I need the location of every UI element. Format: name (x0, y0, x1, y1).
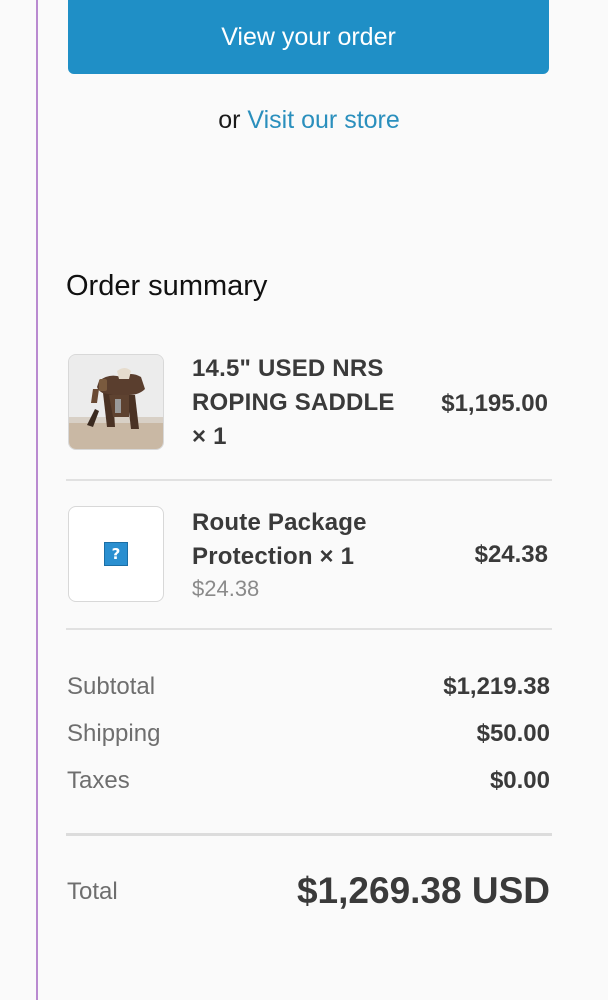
missing-image-icon: ? (104, 542, 128, 566)
line-item-name: Route Package Protection × 1 (192, 509, 367, 570)
view-order-label: View your order (221, 22, 396, 51)
saddle-product-image (68, 354, 164, 450)
taxes-value: $0.00 (489, 767, 550, 794)
item-divider (66, 479, 552, 481)
shipping-label: Shipping (67, 720, 161, 747)
line-item-price: $24.38 (474, 541, 548, 568)
order-summary-title: Order summary (66, 270, 268, 302)
line-item-price: $1,195.00 (441, 390, 548, 417)
saddle-image (69, 355, 163, 449)
visit-store-link[interactable]: Visit our store (247, 106, 399, 134)
taxes-label: Taxes (67, 767, 130, 794)
shipping-value: $50.00 (476, 720, 550, 747)
or-text: or (218, 106, 241, 134)
total-divider (66, 833, 552, 836)
items-divider (66, 628, 552, 630)
route-product-image: ? (68, 506, 164, 602)
store-line: or Visit our store (0, 106, 608, 135)
total-label: Total (67, 878, 118, 905)
left-accent-rule (36, 0, 38, 1000)
total-value: $1,269.38 USD (296, 870, 550, 911)
line-item-name: 14.5" USED NRS ROPING SADDLE × 1 (192, 355, 395, 450)
line-item-unit-price: $24.38 (192, 576, 260, 601)
subtotal-label: Subtotal (67, 673, 156, 700)
order-confirmation-page: View your order or Visit our store Order… (0, 0, 608, 1000)
view-order-button[interactable]: View your order (68, 0, 549, 74)
subtotal-value: $1,219.38 (443, 673, 550, 700)
